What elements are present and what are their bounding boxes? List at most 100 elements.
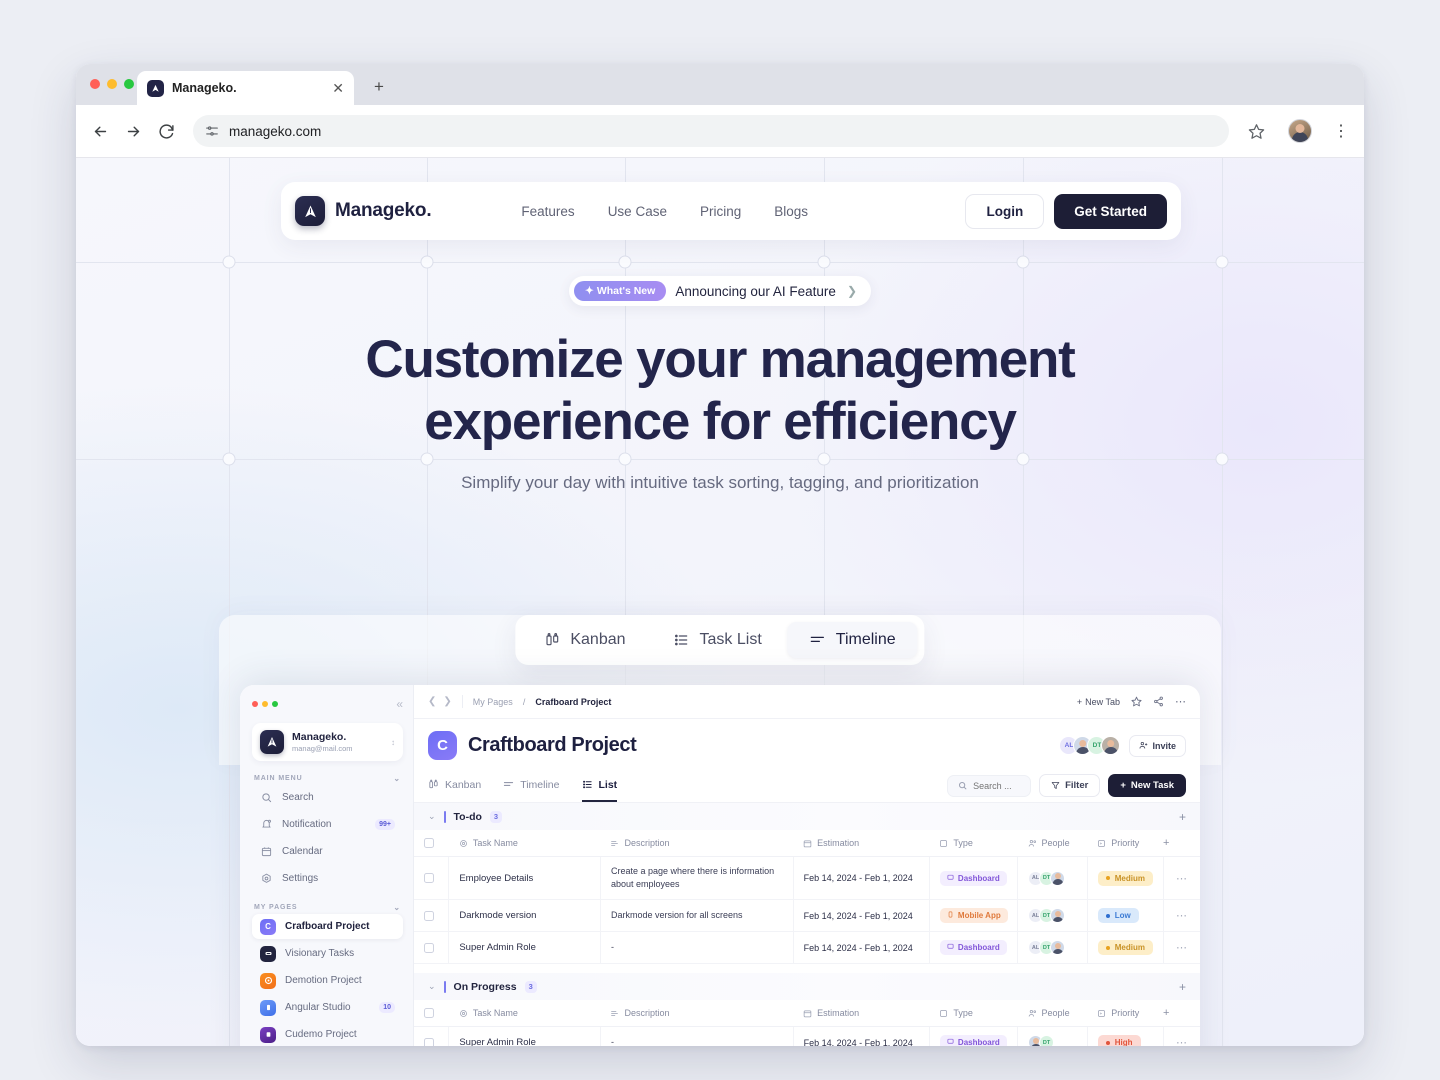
column-priority[interactable]: Priority	[1087, 1000, 1164, 1028]
more-horizontal-icon[interactable]: ⋯	[1164, 1036, 1200, 1046]
app-maximize-button[interactable]	[272, 701, 278, 707]
view-tab-task-list[interactable]: Task List	[652, 622, 784, 658]
cell-estimation: Feb 14, 2024 - Feb 1, 2024	[792, 899, 930, 933]
sidebar-item-crafboard-project[interactable]: C Crafboard Project	[252, 914, 403, 939]
collapse-left-icon[interactable]: «	[396, 697, 403, 711]
reload-icon[interactable]	[156, 121, 176, 141]
close-window-button[interactable]	[90, 79, 100, 89]
chevron-down-icon[interactable]: ⌄	[393, 903, 401, 912]
table-row[interactable]: Darkmode version Darkmode version for al…	[414, 899, 1200, 933]
view-tab-kanban[interactable]: Kanban	[522, 622, 647, 658]
url-omnibox[interactable]: manageko.com	[193, 115, 1229, 147]
breadcrumb-root[interactable]: My Pages	[473, 697, 513, 707]
app-close-button[interactable]	[252, 701, 258, 707]
table-row[interactable]: Super Admin Role - Feb 14, 2024 - Feb 1,…	[414, 931, 1200, 965]
list-icon	[582, 779, 593, 790]
more-horizontal-icon[interactable]: ⋯	[1164, 941, 1200, 954]
login-button[interactable]: Login	[965, 193, 1045, 229]
column-people[interactable]: People	[1017, 830, 1088, 857]
back-arrow-icon[interactable]	[90, 121, 110, 141]
row-checkbox[interactable]	[424, 942, 434, 953]
chevron-left-icon[interactable]: ❮	[428, 696, 436, 707]
sidebar-item-cudemo-project[interactable]: Cudemo Project	[252, 1022, 403, 1046]
nav-link-pricing[interactable]: Pricing	[700, 204, 741, 219]
table-row[interactable]: Super Admin Role - Feb 14, 2024 - Feb 1,…	[414, 1026, 1200, 1046]
chevron-right-icon[interactable]: ❯	[443, 696, 451, 707]
workspace-switcher[interactable]: Manageko. manag@mail.com ↕	[252, 723, 403, 761]
column-description[interactable]: Description	[600, 830, 794, 857]
column-task-name[interactable]: Task Name	[448, 830, 601, 857]
star-icon[interactable]	[1248, 123, 1265, 140]
add-task-button[interactable]: +	[1179, 810, 1186, 824]
select-all-checkbox[interactable]	[424, 838, 434, 848]
minimize-window-button[interactable]	[107, 79, 117, 89]
select-all-checkbox[interactable]	[424, 1008, 434, 1019]
filter-button[interactable]: Filter	[1039, 774, 1101, 797]
forward-arrow-icon[interactable]	[123, 121, 143, 141]
task-table-todo: Task Name Description Estimation Type Pe…	[414, 830, 1200, 965]
add-task-button[interactable]: +	[1179, 980, 1186, 994]
task-rows-on-progress: Super Admin Role - Feb 14, 2024 - Feb 1,…	[414, 1026, 1200, 1046]
search-input[interactable]	[973, 780, 1021, 791]
app-minimize-button[interactable]	[262, 701, 268, 707]
chevron-down-icon[interactable]: ⌄	[428, 981, 436, 992]
get-started-button[interactable]: Get Started	[1054, 193, 1167, 229]
new-tab-button[interactable]: +	[374, 77, 384, 97]
chevron-down-icon[interactable]: ⌄	[393, 774, 401, 783]
new-task-button[interactable]: + New Task	[1108, 774, 1186, 797]
project-icon-cudemo	[260, 1026, 276, 1043]
announcement-banner[interactable]: ✦ What's New Announcing our AI Feature ❯	[569, 276, 871, 306]
sidebar-item-notification[interactable]: Notification 99+	[252, 812, 403, 837]
tab-list[interactable]: List	[581, 769, 618, 802]
column-people[interactable]: People	[1017, 1000, 1088, 1028]
nav-link-blogs[interactable]: Blogs	[774, 204, 808, 219]
add-column-button[interactable]: +	[1163, 830, 1200, 857]
row-checkbox[interactable]	[424, 910, 434, 921]
kebab-menu-icon[interactable]: ⋮	[1333, 121, 1350, 141]
chevron-down-icon[interactable]: ⌄	[428, 811, 436, 822]
brand-logo[interactable]: Manageko.	[295, 196, 432, 226]
column-type[interactable]: Type	[929, 1000, 1018, 1028]
avatar[interactable]: DT	[1039, 1035, 1055, 1046]
more-horizontal-icon[interactable]: ⋯	[1164, 872, 1200, 885]
profile-avatar[interactable]	[1288, 119, 1312, 143]
sidebar-item-settings-label: Settings	[282, 873, 319, 884]
nav-link-features[interactable]: Features	[521, 204, 574, 219]
sidebar-item-demotion-project[interactable]: Demotion Project	[252, 968, 403, 993]
column-type[interactable]: Type	[929, 830, 1018, 857]
new-tab-button[interactable]: + New Tab	[1077, 697, 1120, 707]
browser-tab[interactable]: Manageko. ✕	[137, 71, 354, 105]
star-icon[interactable]	[1131, 696, 1142, 707]
tab-timeline[interactable]: Timeline	[503, 769, 560, 802]
avatar[interactable]	[1050, 940, 1066, 956]
sidebar-item-search[interactable]: Search	[252, 785, 403, 810]
table-row[interactable]: Employee Details Create a page where the…	[414, 856, 1200, 901]
more-horizontal-icon[interactable]: ⋯	[1164, 909, 1200, 922]
share-icon[interactable]	[1153, 696, 1164, 707]
sidebar-item-settings[interactable]: Settings	[252, 866, 403, 891]
view-tab-timeline[interactable]: Timeline	[787, 622, 918, 658]
my-pages-label: MY PAGES	[254, 904, 298, 911]
sidebar-item-angular-studio[interactable]: Angular Studio 10	[252, 995, 403, 1020]
sidebar-item-calendar[interactable]: Calendar	[252, 839, 403, 864]
column-task-name[interactable]: Task Name	[448, 1000, 601, 1028]
column-description[interactable]: Description	[600, 1000, 794, 1028]
column-priority[interactable]: Priority	[1087, 830, 1164, 857]
maximize-window-button[interactable]	[124, 79, 134, 89]
status-dot	[1105, 876, 1110, 881]
column-estimation[interactable]: Estimation	[793, 830, 930, 857]
column-estimation[interactable]: Estimation	[793, 1000, 930, 1028]
avatar[interactable]	[1101, 736, 1121, 755]
search-box[interactable]	[947, 774, 1032, 797]
avatar[interactable]	[1050, 908, 1066, 924]
more-horizontal-icon[interactable]: ⋯	[1175, 695, 1186, 708]
row-checkbox[interactable]	[424, 873, 434, 884]
tab-kanban[interactable]: Kanban	[428, 769, 481, 802]
sidebar-item-visionary-tasks[interactable]: Visionary Tasks	[252, 941, 403, 966]
nav-link-use-case[interactable]: Use Case	[608, 204, 667, 219]
add-column-button[interactable]: +	[1163, 1000, 1200, 1028]
invite-button[interactable]: Invite	[1129, 734, 1186, 757]
avatar[interactable]	[1050, 870, 1066, 886]
row-checkbox[interactable]	[424, 1037, 434, 1046]
close-icon[interactable]: ✕	[332, 81, 344, 95]
